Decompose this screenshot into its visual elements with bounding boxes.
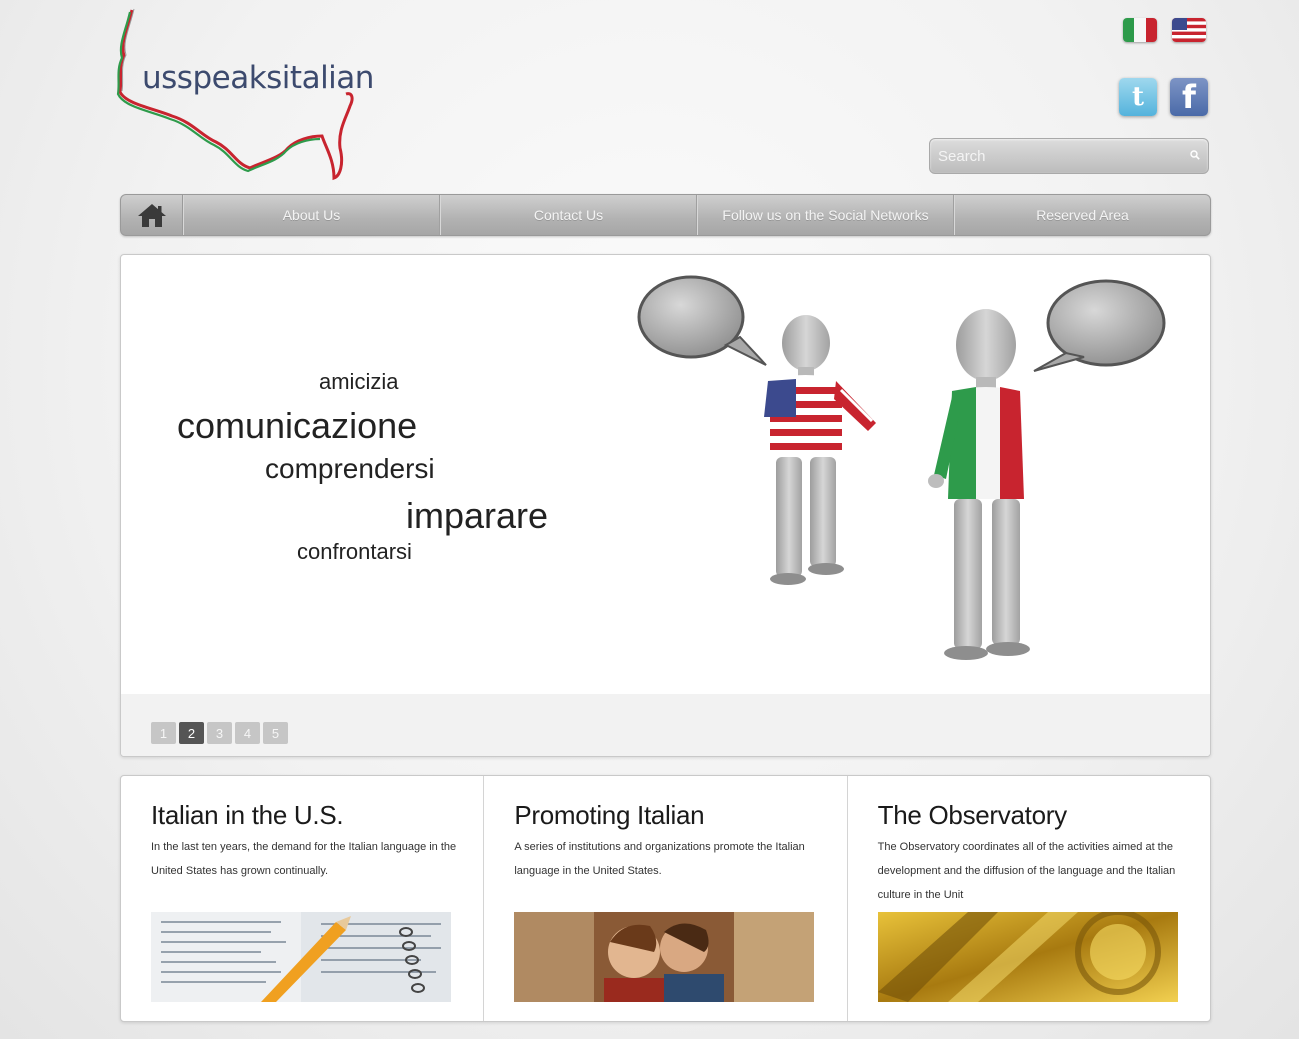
- slider-word: imparare: [406, 495, 549, 536]
- twitter-glyph: t: [1131, 82, 1144, 112]
- golden-scroll-image[interactable]: [877, 912, 1178, 1002]
- slider-page-button[interactable]: 3: [207, 722, 232, 744]
- feature-text: The Observatory coordinates all of the a…: [877, 841, 1176, 901]
- feature-box-italian-us[interactable]: Italian in the U.S. In the last ten year…: [121, 776, 485, 1021]
- site-logo[interactable]: usspeaksitalian: [112, 8, 402, 186]
- feature-text: In the last ten years, the demand for th…: [151, 841, 457, 877]
- slider-page-button[interactable]: 5: [263, 722, 288, 744]
- logo-italy-outline: [116, 8, 354, 181]
- search-icon[interactable]: [1182, 149, 1208, 163]
- search-box: [929, 138, 1209, 174]
- nav-reserved-area[interactable]: Reserved Area: [954, 195, 1210, 235]
- main-navigation: About Us Contact Us Follow us on the Soc…: [120, 194, 1211, 236]
- book-pencil-image[interactable]: [151, 912, 451, 1002]
- home-button[interactable]: [121, 195, 183, 235]
- renaissance-painting-image[interactable]: [514, 912, 815, 1002]
- feature-text: A series of institutions and organizatio…: [514, 841, 805, 877]
- slider-page-button-active[interactable]: 2: [179, 722, 204, 744]
- nav-contact-us[interactable]: Contact Us: [440, 195, 697, 235]
- slider-word: amicizia: [319, 369, 399, 394]
- slider-word: confrontarsi: [297, 539, 412, 564]
- facebook-icon[interactable]: f: [1170, 78, 1208, 116]
- us-flag-icon[interactable]: [1172, 18, 1206, 42]
- hero-slider[interactable]: amicizia comunicazione comprendersi impa…: [120, 254, 1211, 757]
- italian-flag-icon[interactable]: [1123, 18, 1157, 42]
- feature-title[interactable]: The Observatory: [878, 800, 1210, 831]
- logo-text: usspeaksitalian: [142, 60, 374, 96]
- search-input[interactable]: [930, 139, 1182, 173]
- slider-word: comunicazione: [177, 405, 418, 446]
- feature-boxes: Italian in the U.S. In the last ten year…: [120, 775, 1211, 1022]
- home-icon: [137, 204, 166, 227]
- slider-word: comprendersi: [265, 453, 435, 484]
- nav-about-us[interactable]: About Us: [183, 195, 440, 235]
- feature-box-observatory[interactable]: The Observatory The Observatory coordina…: [848, 776, 1210, 1021]
- slider-pagination: 1 2 3 4 5: [151, 722, 288, 744]
- feature-box-promoting-italian[interactable]: Promoting Italian A series of institutio…: [484, 776, 848, 1021]
- nav-follow-social[interactable]: Follow us on the Social Networks: [697, 195, 954, 235]
- facebook-glyph: f: [1182, 78, 1196, 116]
- slider-page-button[interactable]: 4: [235, 722, 260, 744]
- twitter-icon[interactable]: t: [1119, 78, 1157, 116]
- feature-title[interactable]: Italian in the U.S.: [151, 800, 483, 831]
- feature-title[interactable]: Promoting Italian: [514, 800, 846, 831]
- slider-page-button[interactable]: 1: [151, 722, 176, 744]
- slide-illustration: [637, 275, 1166, 660]
